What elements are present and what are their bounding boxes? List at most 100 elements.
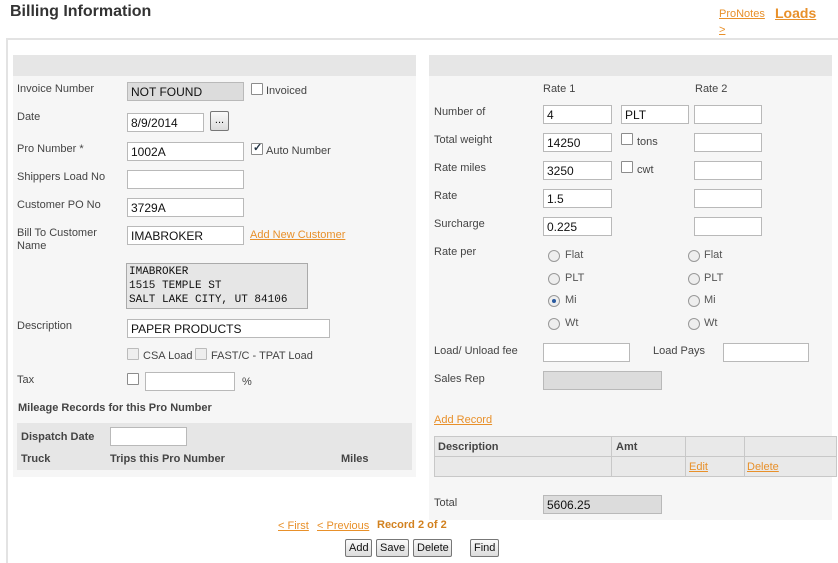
date-label: Date	[17, 111, 41, 123]
tax-checkbox[interactable]	[127, 373, 139, 385]
load-pays-label: Load Pays	[653, 345, 705, 357]
surcharge-label: Surcharge	[434, 218, 485, 230]
rate1-wt-radio[interactable]	[548, 318, 560, 330]
tax-label: Tax	[17, 374, 35, 386]
bill-to-label-line2: Name	[17, 240, 47, 252]
address-textarea[interactable]: IMABROKER 1515 TEMPLE ST SALT LAKE CITY,…	[126, 263, 308, 309]
first-record-link[interactable]: < First	[278, 520, 309, 532]
csa-load-label: CSA Load	[143, 350, 193, 362]
csa-load-checkbox[interactable]	[127, 348, 139, 360]
bill-to-label: Bill To Customer	[17, 227, 97, 239]
save-button[interactable]: Save	[376, 539, 409, 557]
surcharge-rate1[interactable]: 0.225	[543, 217, 612, 236]
invoiced-label: Invoiced	[266, 85, 307, 97]
cwt-checkbox[interactable]	[621, 161, 633, 173]
mileage-heading: Mileage Records for this Pro Number	[18, 402, 212, 414]
col-trips: Trips this Pro Number	[110, 453, 225, 465]
rate2-plt-radio[interactable]	[688, 273, 700, 285]
fast-load-label: FAST/C - TPAT Load	[211, 350, 313, 362]
invoice-number-field[interactable]: NOT FOUND	[127, 82, 244, 101]
total-weight-rate1[interactable]: 14250	[543, 133, 612, 152]
records-col-amt: Amt	[616, 441, 638, 453]
rate2-flat-radio[interactable]	[688, 250, 700, 262]
rate-miles-label: Rate miles	[434, 162, 486, 174]
date-picker-button[interactable]: ...	[210, 111, 229, 131]
record-edit-link[interactable]: Edit	[689, 461, 708, 473]
total-weight-rate2[interactable]	[694, 133, 762, 152]
number-of-rate2[interactable]	[694, 105, 762, 124]
col-miles: Miles	[341, 453, 369, 465]
shippers-load-field[interactable]	[127, 170, 244, 189]
rate2-wt-label: Wt	[704, 317, 718, 329]
customer-po-field[interactable]: 3729A	[127, 198, 244, 217]
delete-button[interactable]: Delete	[413, 539, 452, 557]
rate2-flat-label: Flat	[704, 249, 723, 261]
load-fee-label: Load/ Unload fee	[434, 345, 518, 357]
page-title: Billing Information	[10, 3, 152, 20]
rate-per-label: Rate per	[434, 246, 477, 258]
loads-link[interactable]: Loads	[775, 5, 816, 21]
rate2-header: Rate 2	[695, 83, 728, 95]
rate1-mi-label: Mi	[565, 294, 577, 306]
rate2-mi-label: Mi	[704, 294, 716, 306]
sales-rep-field[interactable]	[543, 371, 662, 390]
number-of-label: Number of	[434, 106, 486, 118]
records-header-divider	[434, 456, 837, 457]
rate1-flat-radio[interactable]	[548, 250, 560, 262]
previous-record-link[interactable]: < Previous	[317, 520, 369, 532]
invoiced-checkbox[interactable]	[251, 83, 263, 95]
date-field[interactable]: 8/9/2014	[127, 113, 204, 132]
add-new-customer-link[interactable]: Add New Customer	[250, 229, 345, 241]
fast-load-checkbox[interactable]	[195, 348, 207, 360]
tax-unit: %	[242, 376, 252, 388]
sales-rep-label: Sales Rep	[434, 373, 485, 385]
find-button[interactable]: Find	[470, 539, 499, 557]
add-record-link[interactable]: Add Record	[434, 414, 492, 426]
rate1-flat-label: Flat	[565, 249, 584, 261]
pronotes-link-arrow[interactable]: >	[719, 24, 725, 36]
cwt-label: cwt	[637, 164, 654, 176]
col-truck: Truck	[21, 453, 51, 465]
tax-field[interactable]	[145, 372, 235, 391]
left-panel-header	[13, 55, 416, 76]
tons-checkbox[interactable]	[621, 133, 633, 145]
shippers-load-label: Shippers Load No	[17, 171, 106, 183]
rate1-wt-label: Wt	[565, 317, 579, 329]
auto-number-label: Auto Number	[266, 145, 331, 157]
rate-miles-rate1[interactable]: 3250	[543, 161, 612, 180]
records-col-description: Description	[438, 441, 499, 453]
add-button[interactable]: Add	[345, 539, 372, 557]
number-of-unit[interactable]: PLT	[621, 105, 689, 124]
right-panel-header	[429, 55, 832, 76]
description-label: Description	[17, 320, 73, 332]
load-pays-field[interactable]	[723, 343, 809, 362]
auto-number-checkbox[interactable]	[251, 141, 263, 155]
rate1-plt-radio[interactable]	[548, 273, 560, 285]
rate-rate1[interactable]: 1.5	[543, 189, 612, 208]
total-label: Total	[434, 497, 458, 509]
total-weight-label: Total weight	[434, 134, 493, 146]
record-indicator: Record 2 of 2	[377, 519, 447, 531]
rate1-header: Rate 1	[543, 83, 576, 95]
tons-label: tons	[637, 136, 658, 148]
rate2-plt-label: PLT	[704, 272, 724, 284]
pro-number-field[interactable]: 1002A	[127, 142, 244, 161]
rate-label: Rate	[434, 190, 458, 202]
rate1-mi-radio[interactable]	[548, 295, 560, 307]
rate-miles-rate2[interactable]	[694, 161, 762, 180]
rate-rate2[interactable]	[694, 189, 762, 208]
number-of-rate1[interactable]: 4	[543, 105, 612, 124]
total-field[interactable]: 5606.25	[543, 495, 662, 514]
description-field[interactable]: PAPER PRODUCTS	[127, 319, 330, 338]
rate2-mi-radio[interactable]	[688, 295, 700, 307]
dispatch-date-field[interactable]	[110, 427, 187, 446]
bill-to-field[interactable]: IMABROKER	[127, 226, 244, 245]
record-delete-link[interactable]: Delete	[747, 461, 779, 473]
customer-po-label: Customer PO No	[17, 199, 101, 211]
rate2-wt-radio[interactable]	[688, 318, 700, 330]
dispatch-date-label: Dispatch Date	[21, 431, 95, 443]
rate1-plt-label: PLT	[565, 272, 585, 284]
load-fee-field[interactable]	[543, 343, 630, 362]
surcharge-rate2[interactable]	[694, 217, 762, 236]
pronotes-link[interactable]: ProNotes	[719, 8, 765, 20]
